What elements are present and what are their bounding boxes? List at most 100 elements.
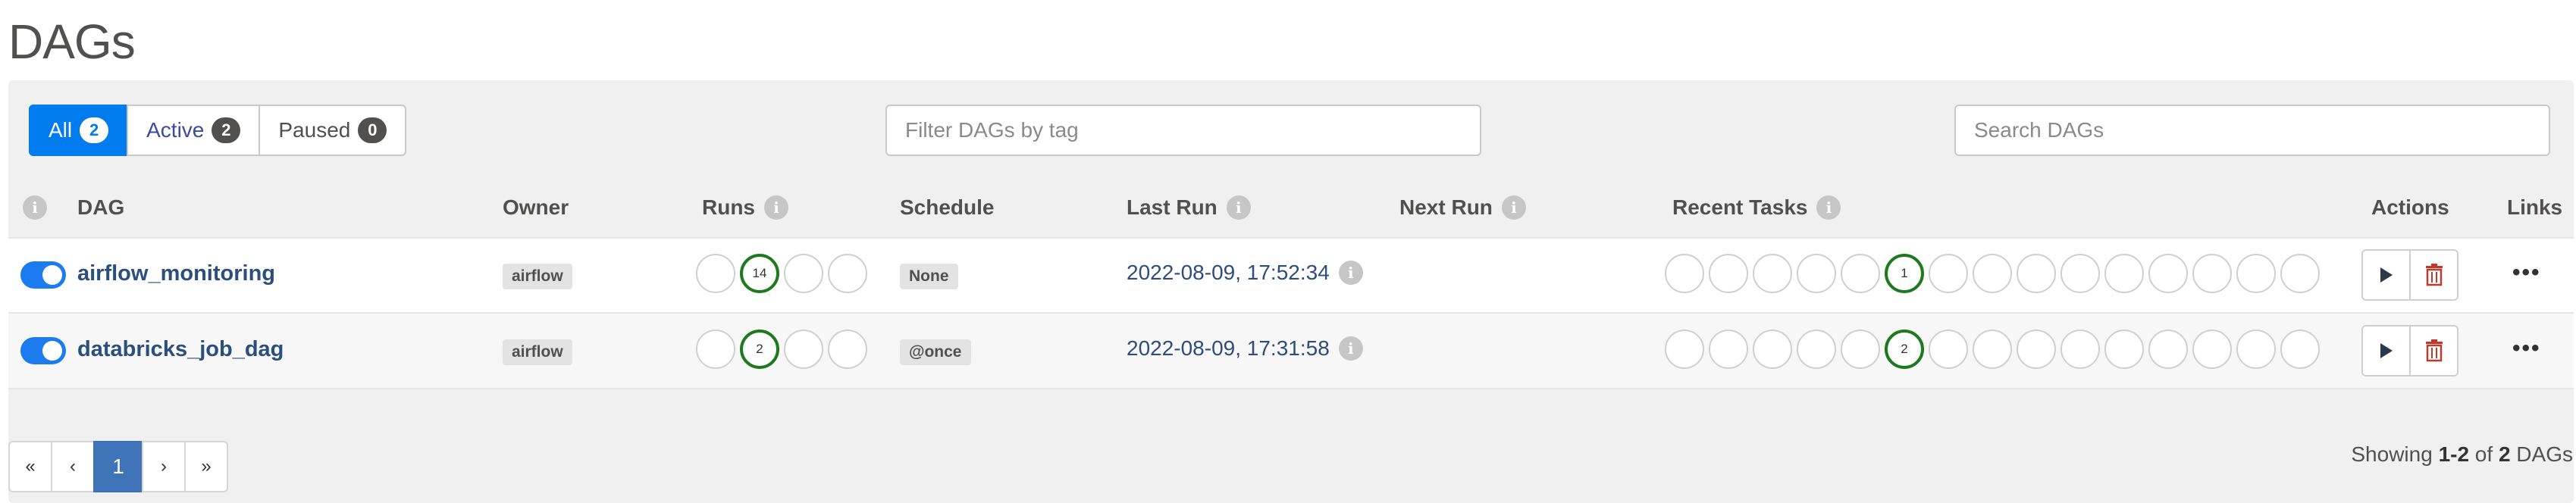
- run-state-circle[interactable]: 14: [740, 254, 779, 293]
- task-state-circle[interactable]: [2104, 330, 2144, 369]
- tag-filter-input[interactable]: [885, 105, 1481, 156]
- showing-suffix: DAGs: [2510, 442, 2573, 466]
- run-state-circle[interactable]: [784, 254, 823, 293]
- header-dag[interactable]: DAG: [77, 195, 124, 220]
- header-next-run[interactable]: Next Run i: [1399, 195, 1526, 220]
- page-prev-button[interactable]: ‹: [51, 441, 95, 492]
- task-state-circle[interactable]: [2017, 330, 2056, 369]
- header-owner[interactable]: Owner: [503, 195, 569, 220]
- header-links: Links: [2507, 195, 2563, 219]
- dag-pause-toggle[interactable]: [20, 337, 66, 364]
- status-filter-group: All 2 Active 2 Paused 0: [29, 105, 407, 156]
- task-state-circle[interactable]: [1929, 254, 1968, 293]
- task-state-circle[interactable]: [1753, 254, 1792, 293]
- task-state-circle[interactable]: [2060, 330, 2100, 369]
- task-state-circle[interactable]: [1753, 330, 1792, 369]
- filter-active-button[interactable]: Active 2: [127, 105, 261, 156]
- row-divider: [8, 388, 2574, 389]
- info-icon[interactable]: i: [1226, 195, 1251, 220]
- dag-pause-toggle[interactable]: [20, 261, 66, 289]
- task-state-circle[interactable]: [2148, 254, 2188, 293]
- owner-tag[interactable]: airflow: [503, 339, 572, 365]
- run-state-circle[interactable]: [696, 330, 735, 369]
- info-icon[interactable]: i: [1338, 336, 1363, 361]
- task-state-circle[interactable]: [2060, 254, 2100, 293]
- run-state-circle[interactable]: [784, 330, 823, 369]
- last-run-link[interactable]: 2022-08-09, 17:31:58: [1127, 336, 1330, 361]
- last-run-link[interactable]: 2022-08-09, 17:52:34: [1127, 261, 1330, 285]
- header-dag-info[interactable]: i: [23, 195, 47, 220]
- info-icon[interactable]: i: [1338, 261, 1363, 285]
- schedule-tag[interactable]: None: [900, 264, 958, 289]
- run-state-circle[interactable]: 2: [740, 330, 779, 369]
- info-icon[interactable]: i: [1501, 195, 1526, 220]
- header-schedule: Schedule: [900, 195, 995, 219]
- delete-dag-button[interactable]: [2409, 251, 2457, 299]
- task-state-circle[interactable]: [1797, 330, 1836, 369]
- trash-icon: [2425, 264, 2443, 286]
- task-state-circle[interactable]: [1665, 254, 1704, 293]
- task-state-circle[interactable]: 2: [1885, 330, 1924, 369]
- header-runs: Runs i: [702, 195, 788, 220]
- links-menu-button[interactable]: •••: [2512, 260, 2541, 286]
- task-state-circle[interactable]: [1929, 330, 1968, 369]
- row-divider: [8, 237, 2574, 239]
- page-next-button[interactable]: ›: [142, 441, 186, 492]
- search-input[interactable]: [1954, 105, 2550, 156]
- task-state-circle[interactable]: [2280, 254, 2320, 293]
- task-state-circle[interactable]: [1973, 330, 2012, 369]
- filter-all-count: 2: [80, 117, 109, 143]
- task-state-circle[interactable]: [2104, 254, 2144, 293]
- showing-total: 2: [2498, 442, 2511, 466]
- task-state-circle[interactable]: [2148, 330, 2188, 369]
- run-state-circle[interactable]: [696, 254, 735, 293]
- info-icon[interactable]: i: [764, 195, 788, 220]
- header-last-run: Last Run i: [1127, 195, 1251, 220]
- task-state-circle[interactable]: [2236, 330, 2276, 369]
- task-state-circle[interactable]: [2192, 330, 2232, 369]
- trigger-dag-button[interactable]: [2363, 251, 2409, 299]
- page-last-button[interactable]: »: [184, 441, 228, 492]
- filter-all-button[interactable]: All 2: [29, 105, 129, 156]
- task-state-circle[interactable]: [1973, 254, 2012, 293]
- task-state-circle[interactable]: [2280, 330, 2320, 369]
- showing-summary: Showing 1-2 of 2 DAGs: [2351, 442, 2573, 467]
- task-state-circle[interactable]: [2236, 254, 2276, 293]
- links-menu-button[interactable]: •••: [2512, 336, 2541, 361]
- dag-link[interactable]: databricks_job_dag: [77, 337, 284, 362]
- task-state-circle[interactable]: 1: [1885, 254, 1924, 293]
- last-run: 2022-08-09, 17:31:58 i: [1127, 336, 1363, 361]
- filter-paused-count: 0: [358, 117, 387, 143]
- header-recent-tasks-label: Recent Tasks: [1672, 195, 1808, 219]
- filter-active-count: 2: [212, 117, 241, 143]
- task-state-circle[interactable]: [2192, 254, 2232, 293]
- dag-link[interactable]: airflow_monitoring: [77, 261, 275, 286]
- task-state-circle[interactable]: [1841, 330, 1880, 369]
- header-next-run-label: Next Run: [1399, 195, 1493, 219]
- task-state-circle[interactable]: [1841, 254, 1880, 293]
- task-state-circle[interactable]: [1797, 254, 1836, 293]
- owner-tag[interactable]: airflow: [503, 264, 572, 289]
- delete-dag-button[interactable]: [2409, 326, 2457, 375]
- showing-range: 1-2: [2438, 442, 2470, 466]
- info-icon[interactable]: i: [23, 195, 47, 220]
- info-icon[interactable]: i: [1816, 195, 1841, 220]
- run-state-circle[interactable]: [828, 330, 867, 369]
- trigger-dag-button[interactable]: [2363, 326, 2409, 375]
- task-state-circle[interactable]: [1709, 254, 1748, 293]
- filter-active-label: Active: [146, 118, 205, 142]
- page-first-button[interactable]: «: [8, 441, 52, 492]
- task-state-circle[interactable]: [2017, 254, 2056, 293]
- header-runs-label: Runs: [702, 195, 755, 219]
- filter-paused-button[interactable]: Paused 0: [259, 105, 407, 156]
- schedule-tag[interactable]: @once: [900, 339, 971, 365]
- actions-group: [2361, 325, 2458, 376]
- row-divider: [8, 312, 2574, 314]
- run-state-circle[interactable]: [828, 254, 867, 293]
- play-icon: [2380, 343, 2393, 358]
- actions-group: [2361, 249, 2458, 301]
- task-state-circle[interactable]: [1665, 330, 1704, 369]
- page-title: DAGs: [8, 14, 136, 69]
- task-state-circle[interactable]: [1709, 330, 1748, 369]
- page-current-button[interactable]: 1: [93, 441, 143, 492]
